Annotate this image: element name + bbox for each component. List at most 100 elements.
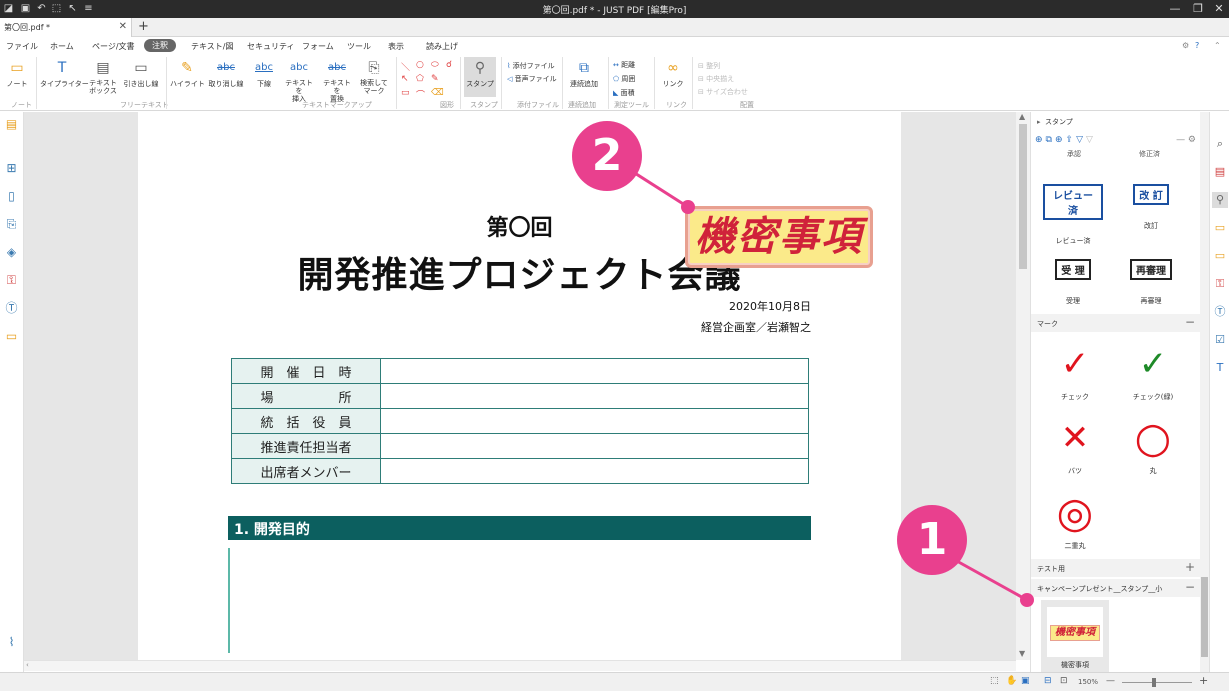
scroll-left-icon[interactable]: ‹	[26, 661, 29, 669]
thumbnails-icon[interactable]: ⊞	[3, 160, 20, 177]
checklist-icon[interactable]: ☑	[1212, 332, 1228, 348]
panel-scrollbar[interactable]	[1200, 112, 1209, 672]
typewriter-button[interactable]: T タイプライター	[40, 59, 89, 89]
collapse-icon[interactable]: −	[1185, 315, 1195, 329]
fit-width-icon[interactable]: ⊟	[1044, 676, 1052, 686]
perimeter-button[interactable]: ⬠ 周囲	[613, 74, 635, 84]
close-button[interactable]: ✕	[1209, 2, 1229, 15]
search-icon[interactable]: ⌕	[1212, 136, 1228, 152]
note-button[interactable]: ▭ ノート	[5, 59, 29, 89]
stamp-tile-reviewed[interactable]: レビュー済 レビュー済	[1043, 184, 1103, 246]
minimize-button[interactable]: —	[1165, 2, 1185, 15]
settings-icon[interactable]: ⚙	[1182, 41, 1189, 50]
replace-text-button[interactable]: abc テキストを 置換	[320, 59, 354, 103]
strikethrough-button[interactable]: abc 取り消し線	[207, 59, 245, 89]
fit-page-icon[interactable]: ⊡	[1060, 676, 1068, 686]
font-icon[interactable]: T	[1212, 360, 1228, 376]
edit-document-icon[interactable]: ▤	[1212, 164, 1228, 180]
zoom-out-button[interactable]: —	[1106, 676, 1115, 686]
menu-tools[interactable]: ツール	[347, 41, 371, 52]
zoom-slider-track[interactable]	[1122, 682, 1192, 683]
menu-file[interactable]: ファイル	[6, 41, 38, 52]
new-stamp-icon[interactable]: ⊕	[1035, 135, 1046, 145]
cloud-shape-icon[interactable]: ☌	[446, 60, 452, 70]
expand-icon[interactable]: ▸	[1037, 118, 1041, 126]
mark-tile-double-circle[interactable]: ◎ 二重丸	[1045, 491, 1105, 551]
center-align-button[interactable]: ⊟ 中央揃え	[698, 74, 734, 84]
paperclip-rail-icon[interactable]: ⌇	[3, 634, 20, 651]
ribbon-collapse-icon[interactable]: ⌃	[1214, 41, 1221, 50]
stamp-tile-accepted[interactable]: 受 理受理	[1043, 259, 1103, 306]
stamp-tile-rereview[interactable]: 再審理 再審理	[1121, 259, 1181, 306]
area-button[interactable]: ◣ 面積	[613, 88, 635, 98]
textbox-button[interactable]: ▤ テキスト ボックス	[89, 59, 117, 95]
search-mark-button[interactable]: ⎘ 検索して マーク	[358, 59, 390, 95]
stamp-tile-revised[interactable]: 改 訂改訂	[1121, 184, 1181, 231]
menu-text-figure[interactable]: テキスト/図	[191, 41, 233, 52]
text-info-icon[interactable]: Ⓣ	[1212, 304, 1228, 320]
table-value-cell[interactable]	[380, 358, 809, 384]
pencil-shape-icon[interactable]: ✎	[431, 74, 439, 84]
polyline-shape-icon[interactable]: ⌒	[416, 88, 425, 101]
import-stamp-icon[interactable]: ⇪	[1066, 135, 1077, 145]
rectangle-shape-icon[interactable]: ▭	[401, 88, 410, 98]
audio-file-button[interactable]: ◁ 音声ファイル	[507, 74, 557, 84]
line-shape-icon[interactable]: ＼	[401, 60, 410, 73]
oval-shape-icon[interactable]: ⬭	[431, 60, 439, 70]
panel-settings-icon[interactable]: — ⚙	[1176, 135, 1196, 145]
document-tab[interactable]: 第〇回.pdf * ✕	[0, 18, 132, 37]
protect-icon[interactable]: ⚿	[1212, 276, 1228, 292]
select-tool-icon[interactable]: ⬚	[990, 676, 999, 686]
table-value-cell[interactable]	[380, 408, 809, 434]
text-icon[interactable]: Ⓣ	[3, 300, 20, 317]
mark-tile-check[interactable]: ✓ チェック	[1045, 342, 1105, 402]
viewer-vertical-scrollbar[interactable]: ▲ ▼	[1016, 112, 1030, 660]
zoom-slider-handle[interactable]	[1152, 678, 1156, 687]
scroll-down-icon[interactable]: ▼	[1019, 649, 1025, 658]
comment-icon[interactable]: ▭	[3, 328, 20, 345]
menu-view[interactable]: 表示	[388, 41, 404, 52]
expand-plus-icon[interactable]: +	[1185, 560, 1195, 574]
document-viewer[interactable]: 第〇回 開発推進プロジェクト会議 2020年10月8日 経営企画室／岩瀬智之 開…	[24, 112, 1016, 660]
zoom-in-button[interactable]: +	[1199, 674, 1208, 687]
marks-group-header[interactable]: マーク −	[1031, 314, 1201, 332]
maximize-button[interactable]: ❐	[1188, 2, 1208, 15]
comments-icon[interactable]: ▭	[1212, 220, 1228, 236]
filter-icon[interactable]: ▽	[1076, 135, 1086, 145]
distance-button[interactable]: ↔ 距離	[613, 60, 635, 70]
scroll-up-icon[interactable]: ▲	[1019, 112, 1025, 121]
size-match-button[interactable]: ⊟ サイズ合わせ	[698, 87, 748, 97]
annotation-list-icon[interactable]: ▤	[3, 116, 20, 133]
mark-tile-circle[interactable]: ○ 丸	[1123, 416, 1183, 476]
page-icon[interactable]: ▯	[3, 188, 20, 205]
viewer-horizontal-scrollbar[interactable]: ‹	[24, 660, 1016, 671]
insert-text-button[interactable]: abc テキストを 挿入	[282, 59, 316, 103]
menu-security[interactable]: セキュリティ	[247, 41, 295, 52]
menu-page[interactable]: ページ/文書	[92, 41, 135, 52]
viewer-scroll-thumb[interactable]	[1019, 124, 1027, 269]
security-icon[interactable]: ⚿	[3, 272, 20, 289]
campaign-group-header[interactable]: キャンペーンプレゼント__スタンプ__小 −	[1031, 579, 1201, 597]
close-tab-icon[interactable]: ✕	[119, 21, 127, 32]
menu-home[interactable]: ホーム	[50, 41, 74, 52]
pdf-page[interactable]: 第〇回 開発推進プロジェクト会議 2020年10月8日 経営企画室／岩瀬智之 開…	[138, 112, 901, 660]
align-button[interactable]: ⊟ 整列	[698, 61, 720, 71]
add-stamp-icon[interactable]: ⊕	[1055, 135, 1066, 145]
highlight-button[interactable]: ✎ ハイライト	[170, 59, 205, 89]
menu-annotation[interactable]: 注釈	[144, 39, 176, 52]
menu-form[interactable]: フォーム	[302, 41, 334, 52]
comment-info-icon[interactable]: ▭	[1212, 248, 1228, 264]
table-value-cell[interactable]	[380, 458, 809, 484]
attach-file-button[interactable]: ⌇ 添付ファイル	[507, 61, 555, 71]
link-button[interactable]: ∞ リンク	[660, 59, 686, 89]
table-value-cell[interactable]	[380, 433, 809, 459]
help-icon[interactable]: ?	[1195, 41, 1199, 50]
collapse-icon[interactable]: −	[1185, 580, 1195, 594]
continuous-add-button[interactable]: ⧉ 連続追加	[566, 59, 602, 89]
ellipse-shape-icon[interactable]: ○	[416, 60, 424, 70]
mark-tile-check-green[interactable]: ✓ チェック(緑)	[1123, 342, 1183, 402]
stamp-button[interactable]: ⚲ スタンプ	[464, 57, 496, 97]
table-value-cell[interactable]	[380, 383, 809, 409]
single-page-icon[interactable]: ▣	[1021, 676, 1030, 686]
mark-tile-cross[interactable]: ✕ バツ	[1045, 416, 1105, 476]
